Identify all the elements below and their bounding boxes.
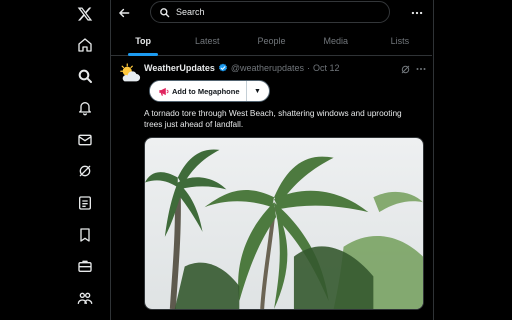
add-to-megaphone-button[interactable]: Add to Megaphone (150, 81, 246, 101)
more-options-icon[interactable] (407, 5, 427, 21)
tab-latest[interactable]: Latest (175, 29, 239, 55)
megaphone-dropdown-button[interactable]: ▼ (247, 81, 269, 101)
x-logo-icon[interactable] (73, 2, 97, 26)
top-bar (111, 0, 432, 28)
post-date[interactable]: Oct 12 (313, 63, 340, 73)
verified-badge-icon (218, 63, 227, 72)
megaphone-control: Add to Megaphone ▼ (149, 80, 270, 102)
post-text: A tornado tore through West Beach, shatt… (144, 108, 402, 129)
search-tabs: Top Latest People Media Lists (111, 29, 432, 56)
grok-icon[interactable] (73, 159, 97, 183)
back-arrow-icon[interactable] (115, 4, 133, 22)
communities-icon[interactable] (73, 286, 97, 310)
post-header: WeatherUpdates @weatherupdates · Oct 12 (144, 63, 340, 73)
tab-people[interactable]: People (239, 29, 303, 55)
main-column: Top Latest People Media Lists WeatherUpd… (111, 0, 432, 320)
megaphone-label: Add to Megaphone (172, 86, 240, 96)
grok-explain-icon[interactable] (399, 63, 411, 75)
explore-icon[interactable] (73, 64, 97, 88)
sidebar-nav (0, 0, 100, 320)
jobs-icon[interactable] (73, 254, 97, 278)
column-divider (433, 0, 434, 320)
search-input[interactable] (176, 7, 376, 17)
storm-palm-trees-image (145, 138, 423, 309)
tab-media[interactable]: Media (304, 29, 368, 55)
tab-lists[interactable]: Lists (368, 29, 432, 55)
tab-top[interactable]: Top (111, 29, 175, 56)
separator-dot: · (307, 63, 311, 73)
bookmarks-icon[interactable] (73, 223, 97, 247)
search-box[interactable] (150, 1, 390, 23)
avatar[interactable] (119, 63, 141, 85)
post-media-image[interactable] (144, 137, 424, 310)
megaphone-icon (159, 87, 169, 96)
author-name[interactable]: WeatherUpdates (144, 63, 215, 73)
messages-icon[interactable] (73, 128, 97, 152)
home-icon[interactable] (73, 33, 97, 57)
chevron-down-icon: ▼ (254, 87, 261, 95)
lists-icon[interactable] (73, 191, 97, 215)
author-handle[interactable]: @weatherupdates (231, 63, 304, 73)
post-more-icon[interactable] (414, 63, 428, 75)
notifications-icon[interactable] (73, 96, 97, 120)
search-icon (160, 7, 170, 17)
post[interactable]: WeatherUpdates @weatherupdates · Oct 12 (111, 57, 432, 320)
